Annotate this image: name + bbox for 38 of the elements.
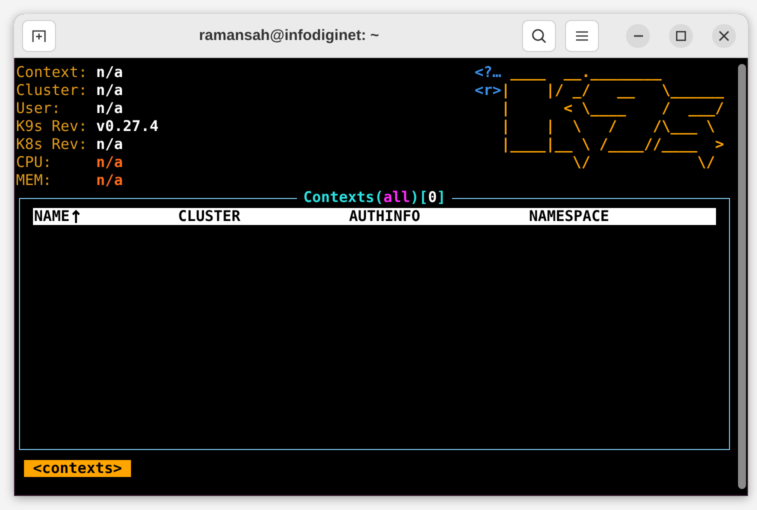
new-tab-button[interactable]: [22, 20, 56, 52]
minimize-button[interactable]: [626, 24, 650, 48]
new-tab-icon: [31, 28, 47, 42]
menu-icon: [576, 30, 588, 40]
info-label: Context:: [16, 64, 88, 82]
info-label: K9s Rev:: [16, 118, 88, 136]
info-label: MEM:: [16, 172, 53, 190]
close-button[interactable]: [712, 24, 736, 48]
info-value: n/a: [96, 136, 123, 154]
info-value: n/a: [96, 100, 123, 118]
window-title: ramansah@infodiginet: ~: [198, 27, 380, 44]
column-header[interactable]: NAMESPACE: [529, 208, 610, 225]
column-header[interactable]: NAME: [34, 208, 80, 225]
shortcut-hint: <?…: [474, 64, 502, 82]
info-label: K8s Rev:: [16, 136, 88, 154]
info-value: n/a: [96, 154, 123, 172]
info-value: n/a: [96, 64, 123, 82]
maximize-button[interactable]: [669, 24, 693, 48]
info-label: Cluster:: [16, 82, 88, 100]
maximize-icon: [676, 30, 686, 40]
table-title: Contexts(all)[0]: [297, 189, 452, 207]
search-button[interactable]: [522, 20, 556, 52]
menu-button[interactable]: [565, 20, 599, 52]
info-label: CPU:: [16, 154, 53, 172]
sort-up-icon: [72, 210, 80, 223]
column-header[interactable]: AUTHINFO: [349, 208, 420, 225]
info-label: User:: [16, 100, 62, 118]
breadcrumb[interactable]: <contexts>: [24, 460, 132, 477]
minimize-icon: [634, 34, 642, 36]
info-value: n/a: [96, 82, 123, 100]
info-value: n/a: [96, 172, 123, 190]
info-value: v0.27.4: [96, 118, 159, 136]
shortcut-hint: <r>: [474, 82, 502, 100]
search-icon: [531, 28, 547, 44]
close-icon: [719, 30, 729, 40]
ascii-logo: ____ __.________ | |/ _/ __ \______ | < \____ / ___/ | | \ / /\___ \ |____|__ \ /____//____ > \/ \/: [501, 64, 724, 173]
column-header[interactable]: CLUSTER: [178, 208, 240, 225]
scrollbar-thumb[interactable]: [738, 64, 746, 489]
